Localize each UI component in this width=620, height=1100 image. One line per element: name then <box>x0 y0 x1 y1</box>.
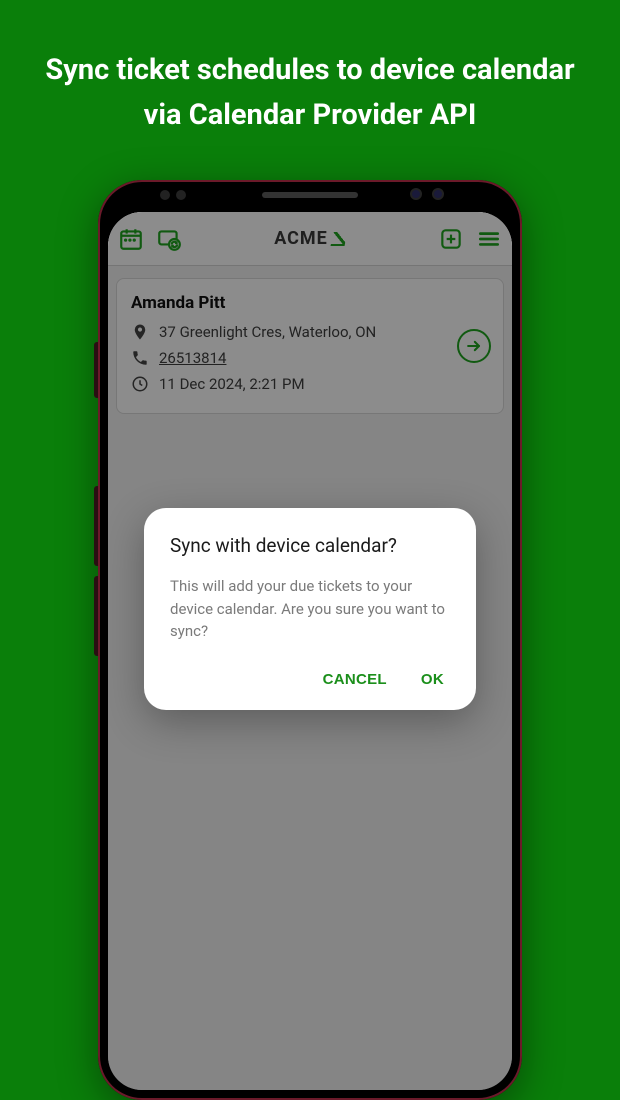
phone-sensor <box>176 190 186 200</box>
phone-side-button <box>94 486 98 566</box>
cancel-button[interactable]: CANCEL <box>323 671 387 688</box>
phone-camera <box>410 188 422 200</box>
dialog-actions: CANCEL OK <box>170 671 450 696</box>
phone-camera <box>432 188 444 200</box>
phone-sensor <box>160 190 170 200</box>
sync-dialog: Sync with device calendar? This will add… <box>144 508 476 710</box>
ok-button[interactable]: OK <box>421 671 444 688</box>
phone-side-button <box>94 342 98 398</box>
dialog-body: This will add your due tickets to your d… <box>170 575 450 643</box>
phone-frame: ACME Amanda Pitt <box>98 180 522 1100</box>
phone-screen: ACME Amanda Pitt <box>108 212 512 1090</box>
page-headline: Sync ticket schedules to device calendar… <box>0 0 620 138</box>
phone-speaker-bar <box>262 192 358 198</box>
dialog-title: Sync with device calendar? <box>170 534 450 557</box>
phone-speaker <box>262 192 358 198</box>
phone-side-button <box>94 576 98 656</box>
